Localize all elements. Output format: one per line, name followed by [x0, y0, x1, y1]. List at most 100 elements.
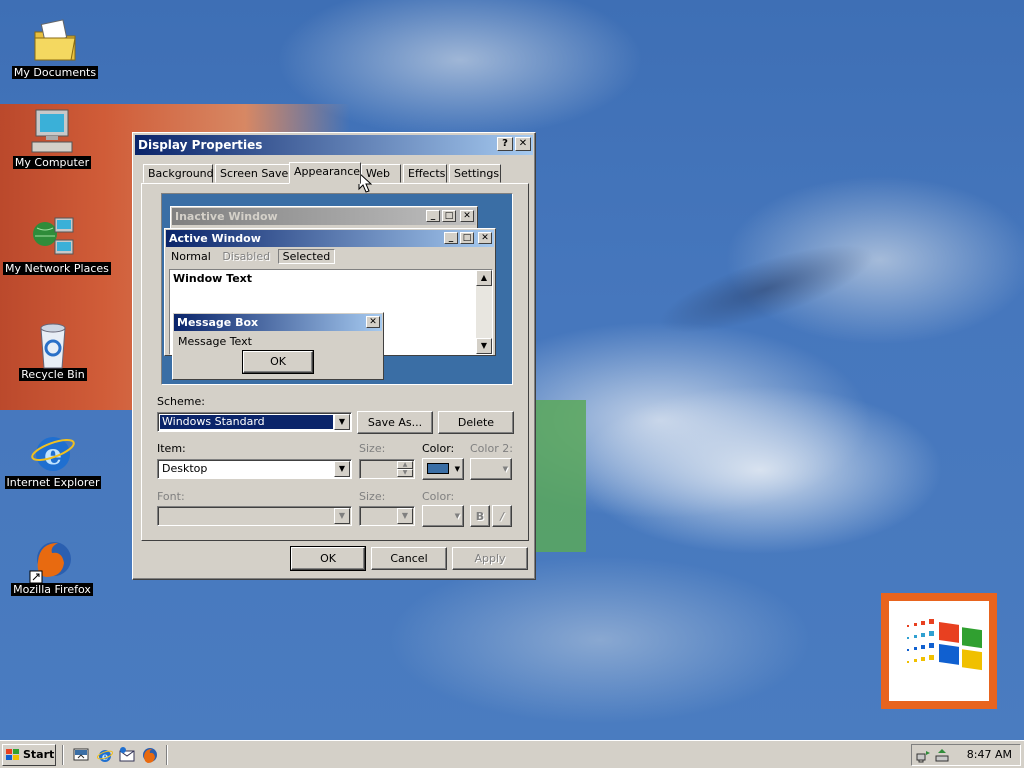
system-tray: 8:47 AM: [911, 744, 1021, 766]
preview-scrollbar: ▲ ▼: [476, 270, 492, 354]
preview-active-titlebar: Active Window _ □ ✕: [166, 230, 494, 247]
display-properties-window: Display Properties ? ✕ Background Screen…: [132, 132, 536, 580]
windows-flag-icon: [6, 749, 19, 760]
item-dropdown[interactable]: Desktop ▼: [157, 459, 352, 479]
bold-button: B: [470, 505, 490, 527]
close-button[interactable]: ✕: [515, 137, 531, 151]
chevron-down-icon: ▼: [334, 508, 350, 524]
minimize-icon: _: [444, 232, 458, 244]
color2-label: Color 2:: [470, 442, 513, 455]
desktop-icon-firefox[interactable]: Mozilla Firefox: [2, 535, 102, 596]
preview-menu-bar: Normal Disabled Selected: [167, 249, 336, 267]
preview-inactive-title: Inactive Window: [175, 210, 278, 223]
scheme-dropdown[interactable]: Windows Standard ▼: [157, 412, 352, 432]
taskbar: Start e 8:47 AM: [0, 740, 1024, 768]
start-label: Start: [23, 748, 55, 761]
computer-icon: [28, 108, 76, 154]
chevron-down-icon: ▼: [502, 465, 508, 473]
chevron-down-icon[interactable]: ▼: [334, 414, 350, 430]
item-size-spinner: ▲ ▼: [359, 459, 415, 479]
firefox-icon: [28, 535, 76, 584]
color-picker-button[interactable]: ▼: [422, 458, 464, 480]
windows-flag-icon: [907, 619, 982, 671]
wallpaper-green-panel: [534, 400, 586, 552]
clock[interactable]: 8:47 AM: [967, 745, 1012, 765]
network-icon[interactable]: [916, 747, 932, 763]
tab-appearance[interactable]: Appearance: [289, 162, 361, 184]
cancel-button[interactable]: Cancel: [371, 547, 447, 570]
recycle-bin-icon: [29, 320, 77, 369]
menu-normal: Normal: [171, 250, 211, 263]
preview-msgbox-text: Message Text: [178, 335, 252, 348]
maximize-icon: □: [460, 232, 474, 244]
minimize-icon: _: [426, 210, 440, 222]
window-title: Display Properties: [138, 138, 263, 152]
spin-up-icon: ▲: [397, 461, 413, 469]
preview-active-title: Active Window: [169, 232, 261, 245]
scheme-value: Windows Standard: [160, 415, 333, 429]
window-titlebar[interactable]: Display Properties ? ✕: [135, 135, 533, 155]
delete-button[interactable]: Delete: [438, 411, 514, 434]
taskbar-separator: [166, 745, 168, 765]
appearance-preview[interactable]: Inactive Window _ □ ✕ Active Window _ □ …: [161, 193, 513, 385]
chevron-down-icon: ▼: [454, 465, 460, 473]
outlook-express-icon[interactable]: [118, 746, 136, 764]
help-button[interactable]: ?: [497, 137, 513, 151]
menu-selected: Selected: [277, 249, 336, 264]
preview-msgbox-title: Message Box: [177, 316, 259, 329]
tab-effects[interactable]: Effects: [403, 164, 447, 183]
desktop-icon-my-documents[interactable]: My Documents: [5, 18, 105, 79]
spin-down-icon: ▼: [397, 469, 413, 477]
font-size-label: Size:: [359, 490, 386, 503]
menu-disabled: Disabled: [222, 250, 271, 263]
font-size-dropdown: ▼: [359, 506, 415, 526]
tab-screen-saver[interactable]: Screen Saver: [215, 164, 293, 183]
italic-button: /: [492, 505, 512, 527]
firefox-icon[interactable]: [141, 746, 159, 764]
show-desktop-icon[interactable]: [72, 746, 90, 764]
scroll-up-icon: ▲: [476, 270, 492, 286]
scroll-down-icon: ▼: [476, 338, 492, 354]
preview-message-box: Message Box ✕ Message Text OK: [172, 312, 384, 380]
desktop-icon-label: My Documents: [11, 66, 99, 79]
taskbar-separator: [62, 745, 64, 765]
color-label: Color:: [422, 442, 455, 455]
preview-msgbox-ok: OK: [242, 350, 314, 374]
font-dropdown: ▼: [157, 506, 352, 526]
chevron-down-icon[interactable]: ▼: [334, 461, 350, 477]
windows-logo-badge: [881, 593, 997, 709]
close-icon: ✕: [366, 316, 380, 328]
desktop-icon-recycle-bin[interactable]: Recycle Bin: [3, 320, 103, 381]
tab-settings[interactable]: Settings: [449, 164, 501, 183]
font-color-label: Color:: [422, 490, 455, 503]
start-button[interactable]: Start: [2, 744, 56, 766]
close-icon: ✕: [460, 210, 474, 222]
desktop-icon-internet-explorer[interactable]: e Internet Explorer: [3, 428, 103, 489]
preview-window-text: Window Text: [173, 272, 253, 285]
item-value: Desktop: [162, 462, 208, 475]
color-swatch: [427, 463, 449, 474]
close-icon: ✕: [478, 232, 492, 244]
size-label: Size:: [359, 442, 386, 455]
safely-remove-hardware-icon[interactable]: [934, 747, 950, 763]
desktop-icon-my-computer[interactable]: My Computer: [2, 108, 102, 169]
color2-picker-button: ▼: [470, 458, 512, 480]
internet-explorer-icon[interactable]: e: [96, 746, 114, 764]
tab-background[interactable]: Background: [143, 164, 214, 183]
chevron-down-icon: ▼: [454, 512, 460, 520]
font-color-button: ▼: [422, 505, 464, 527]
font-label: Font:: [157, 490, 185, 503]
scheme-label: Scheme:: [157, 395, 205, 408]
save-as-button[interactable]: Save As...: [357, 411, 433, 434]
ok-button[interactable]: OK: [290, 546, 366, 571]
preview-msgbox-titlebar: Message Box ✕: [174, 314, 382, 331]
internet-explorer-icon: e: [29, 428, 77, 474]
chevron-down-icon: ▼: [397, 508, 413, 524]
wallpaper-shadow-figure: [557, 119, 963, 421]
preview-inactive-titlebar: Inactive Window _ □ ✕: [172, 208, 476, 225]
network-places-icon: [29, 214, 77, 260]
desktop-icon-network-places[interactable]: My Network Places: [3, 214, 111, 275]
folder-documents-icon: [31, 18, 79, 64]
apply-button: Apply: [452, 547, 528, 570]
maximize-icon: □: [442, 210, 456, 222]
